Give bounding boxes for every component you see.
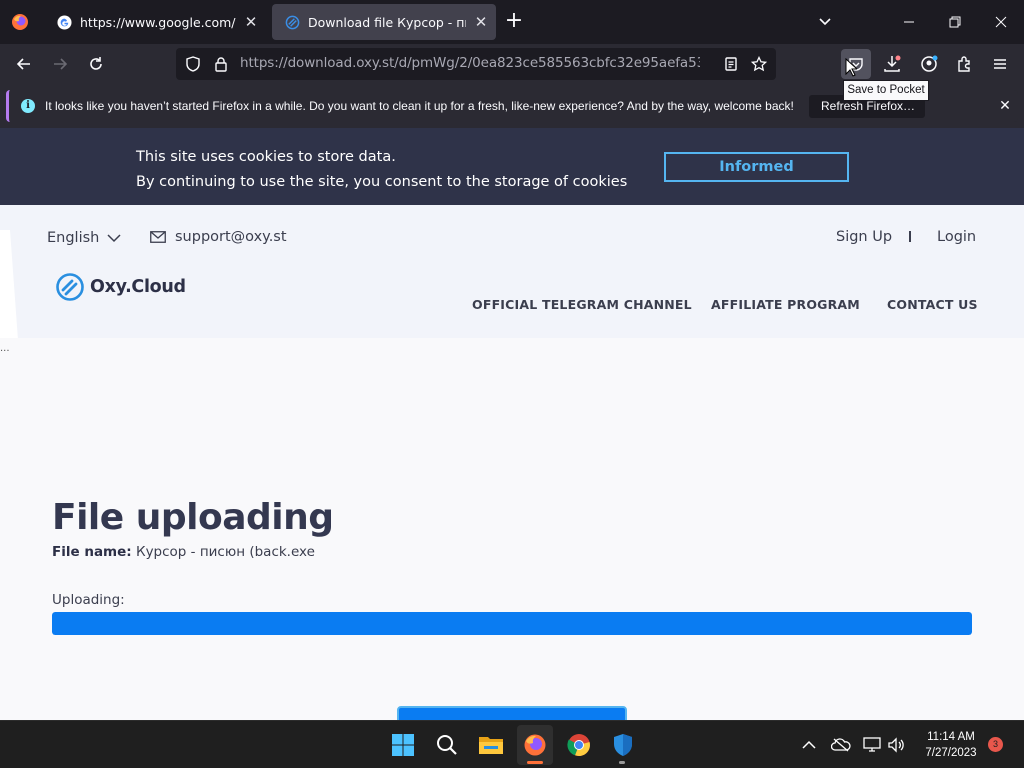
support-email-link[interactable]: support@oxy.st xyxy=(150,229,287,245)
forward-arrow-icon[interactable] xyxy=(48,52,72,76)
cookie-text: This site uses cookies to store data. By… xyxy=(136,145,627,195)
uploading-label: Uploading: xyxy=(52,592,125,608)
logo-text: Oxy.Cloud xyxy=(90,277,186,297)
hamburger-menu-icon[interactable] xyxy=(988,52,1012,76)
nav-telegram-channel[interactable]: OFFICIAL TELEGRAM CHANNEL xyxy=(472,297,692,312)
tab-oxy-download[interactable]: Download file Курсор - писюн (back.exe ✕ xyxy=(272,4,496,40)
envelope-icon xyxy=(150,231,166,243)
navigation-toolbar: https://download.oxy.st/d/pmWg/2/0ea823c… xyxy=(0,44,1024,84)
clock-date: 7/27/2023 xyxy=(925,747,977,759)
mouse-cursor-icon xyxy=(845,58,857,77)
file-name-row: File name: Курсор - писюн (back.exe xyxy=(52,544,315,560)
cookie-line-2: By continuing to use the site, you conse… xyxy=(136,174,628,190)
list-all-tabs-chevron-icon[interactable] xyxy=(814,11,836,33)
pocket-tooltip: Save to Pocket xyxy=(843,80,929,101)
side-dots: ... xyxy=(0,343,10,354)
file-explorer-icon[interactable] xyxy=(477,731,505,759)
firefox-running-indicator xyxy=(527,761,543,764)
firefox-view-icon[interactable] xyxy=(8,10,32,34)
email-text: support@oxy.st xyxy=(175,229,287,245)
reader-view-icon[interactable] xyxy=(719,52,743,76)
restore-icon[interactable] xyxy=(940,8,970,36)
login-link[interactable]: Login xyxy=(937,229,976,245)
decorative-shape xyxy=(0,230,18,340)
cookie-line-1: This site uses cookies to store data. xyxy=(136,149,396,165)
show-hidden-icons-chevron-icon[interactable] xyxy=(799,735,819,755)
file-name-value: Курсор - писюн (back.exe xyxy=(135,544,315,560)
site-header: English support@oxy.st Sign Up Login Oxy… xyxy=(0,205,1024,338)
security-running-indicator xyxy=(619,761,625,764)
new-tab-button[interactable]: + xyxy=(502,10,526,34)
search-icon[interactable] xyxy=(433,731,461,759)
windows-start-icon[interactable] xyxy=(389,731,417,759)
main-content: File uploading File name: Курсор - писюн… xyxy=(0,338,1024,736)
notification-count-badge[interactable]: 3 xyxy=(988,737,1003,752)
language-selector[interactable]: English xyxy=(47,230,121,246)
windows-security-shield-icon[interactable] xyxy=(609,731,637,759)
lock-icon[interactable] xyxy=(209,52,233,76)
close-window-icon[interactable] xyxy=(986,8,1016,36)
cookie-accept-button[interactable]: Informed xyxy=(664,152,849,182)
address-bar[interactable]: https://download.oxy.st/d/pmWg/2/0ea823c… xyxy=(176,48,776,80)
clock-time: 11:14 AM xyxy=(927,731,975,743)
network-icon[interactable] xyxy=(862,735,882,755)
minimize-icon[interactable] xyxy=(894,8,924,36)
tab-title: Download file Курсор - писюн (back.exe xyxy=(308,14,466,30)
downloads-icon[interactable] xyxy=(880,52,904,76)
info-icon: i xyxy=(21,99,35,113)
chrome-icon[interactable] xyxy=(565,731,593,759)
signup-link[interactable]: Sign Up xyxy=(836,229,892,245)
nav-affiliate-program[interactable]: AFFILIATE PROGRAM xyxy=(711,297,860,312)
system-clock[interactable]: 11:14 AM 7/27/2023 xyxy=(916,729,986,761)
upload-progress-fill xyxy=(52,612,972,635)
nav-contact-us[interactable]: CONTACT US xyxy=(887,297,978,312)
firefox-icon[interactable] xyxy=(521,731,549,759)
extensions-puzzle-icon[interactable] xyxy=(953,52,977,76)
google-icon xyxy=(56,14,72,30)
close-tab-icon[interactable]: ✕ xyxy=(470,11,492,33)
volume-icon[interactable] xyxy=(886,735,906,755)
page-title: File uploading xyxy=(52,497,334,538)
oxy-cloud-logo-icon xyxy=(56,273,84,301)
file-name-label: File name: xyxy=(52,544,132,560)
divider xyxy=(909,231,911,242)
language-label: English xyxy=(47,230,100,246)
reload-icon[interactable] xyxy=(84,52,108,76)
tab-google-search[interactable]: https://www.google.com/search ✕ xyxy=(44,4,266,40)
upload-progress-bar xyxy=(52,612,972,635)
windows-taskbar: 11:14 AM 7/27/2023 3 xyxy=(0,720,1024,768)
onedrive-offline-icon[interactable] xyxy=(831,735,851,755)
site-logo[interactable]: Oxy.Cloud xyxy=(56,273,186,301)
chevron-down-icon xyxy=(107,234,121,243)
url-text[interactable]: https://download.oxy.st/d/pmWg/2/0ea823c… xyxy=(240,55,700,71)
bookmark-star-icon[interactable] xyxy=(747,52,771,76)
back-arrow-icon[interactable] xyxy=(12,52,36,76)
tab-title: https://www.google.com/search xyxy=(80,14,236,30)
notification-text: It looks like you haven’t started Firefo… xyxy=(45,99,794,113)
tracking-protection-shield-icon[interactable] xyxy=(181,52,205,76)
close-notification-icon[interactable]: ✕ xyxy=(995,96,1015,116)
oxy-cloud-icon xyxy=(284,14,300,30)
tab-bar: https://www.google.com/search ✕ Download… xyxy=(0,0,1024,44)
account-icon[interactable] xyxy=(917,52,941,76)
cookie-banner: This site uses cookies to store data. By… xyxy=(0,128,1024,205)
close-tab-icon[interactable]: ✕ xyxy=(240,11,262,33)
